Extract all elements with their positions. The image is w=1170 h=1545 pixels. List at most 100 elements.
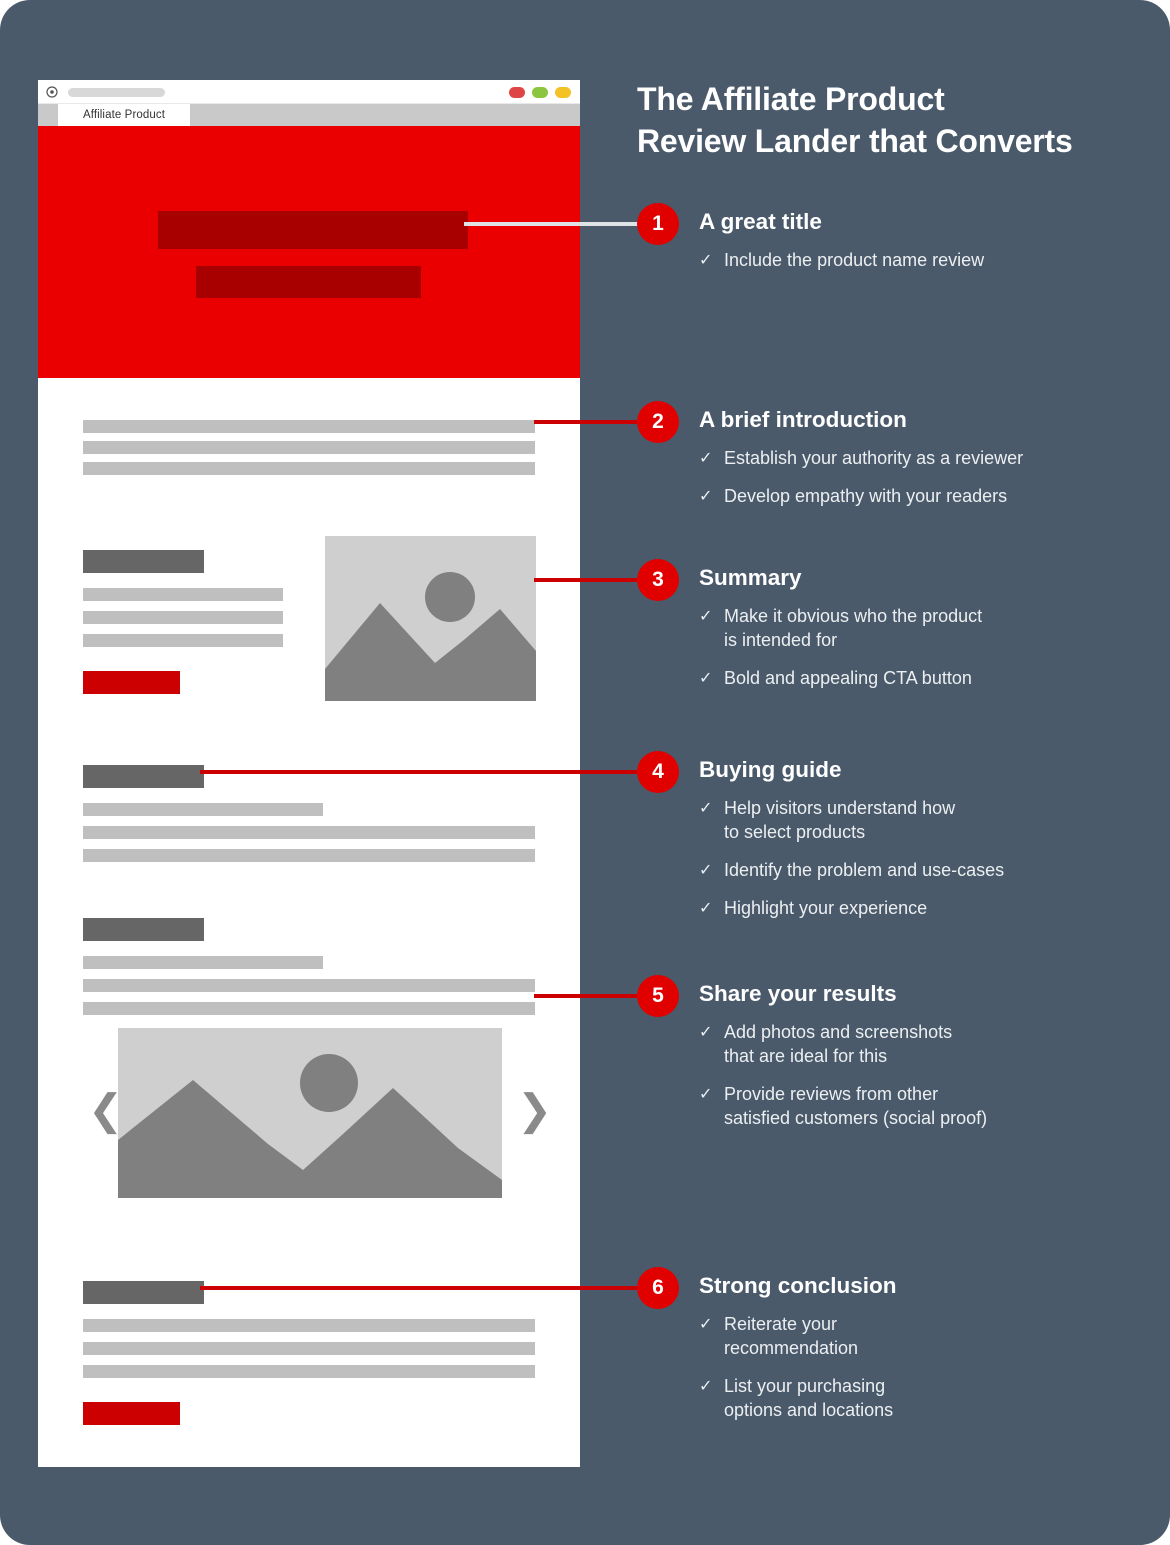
bullet-text: Help visitors understand how to select p… [724,798,956,842]
check-icon: ✓ [699,1084,713,1103]
target-icon[interactable] [46,86,58,98]
step-3-bullet-1: ✓ Make it obvious who the product is int… [699,604,1147,652]
buying-guide-heading-placeholder [83,765,204,788]
step-6-number: 6 [652,1276,664,1299]
step-4-title: Buying guide [699,757,842,782]
check-icon: ✓ [699,798,713,817]
buying-guide-line-3 [83,849,535,862]
image-mountain-shape [325,603,536,701]
step-6-title: Strong conclusion [699,1273,897,1298]
bullet-text: Add photos and screenshots that are idea… [724,1022,953,1066]
conclusion-line-3 [83,1365,535,1378]
step-5-bullets: ✓ Add photos and screenshots that are id… [699,1020,1147,1144]
step-1-number: 1 [652,212,664,235]
step-1-bullet-1: ✓ Include the product name review [699,248,1147,272]
results-line-1 [83,956,323,969]
results-heading-placeholder [83,918,204,941]
step-4-number: 4 [652,760,664,783]
carousel-mountain-shape [118,1080,502,1198]
carousel-image-placeholder [118,1028,502,1198]
browser-tab-affiliate-product[interactable]: Affiliate Product [58,104,190,126]
infographic-poster: Affiliate Product ❮ ❯ The Affiliate Prod… [0,0,1170,1545]
intro-line-3 [83,462,535,475]
step-4-bullets: ✓ Help visitors understand how to select… [699,796,1147,934]
bullet-text: Establish your authority as a reviewer [724,448,1024,468]
intro-line-1 [83,420,535,433]
check-icon: ✓ [699,448,713,467]
hero-title-placeholder [158,211,468,249]
window-controls [509,87,571,98]
step-6-bullet-1: ✓ Reiterate your recommendation [699,1312,1147,1360]
summary-line-2 [83,611,283,624]
check-icon: ✓ [699,486,713,505]
page-title-line-1: The Affiliate Product [637,81,945,117]
bullet-text: Highlight your experience [724,898,928,918]
step-5-title: Share your results [699,981,897,1006]
check-icon: ✓ [699,250,713,269]
bullet-text: Reiterate your recommendation [724,1314,859,1358]
step-4-bullet-1: ✓ Help visitors understand how to select… [699,796,1147,844]
results-line-3 [83,1002,535,1015]
summary-line-1 [83,588,283,601]
check-icon: ✓ [699,668,713,687]
bullet-text: Make it obvious who the product is inten… [724,606,983,650]
connector-line-3 [534,578,654,582]
check-icon: ✓ [699,1314,713,1333]
bullet-text: Develop empathy with your readers [724,486,1008,506]
carousel-prev-icon[interactable]: ❮ [88,1089,123,1131]
check-icon: ✓ [699,898,713,917]
summary-heading-placeholder [83,550,204,573]
intro-line-2 [83,441,535,454]
maximize-dot[interactable] [555,87,571,98]
step-3-bullets: ✓ Make it obvious who the product is int… [699,604,1147,704]
step-4-badge: 4 [637,751,679,793]
bullet-text: Provide reviews from other satisfied cus… [724,1084,988,1128]
summary-image-placeholder [325,536,536,701]
browser-titlebar [38,80,580,104]
carousel-next-icon[interactable]: ❯ [517,1089,552,1131]
results-line-2 [83,979,535,992]
step-6-bullet-2: ✓ List your purchasing options and locat… [699,1374,1147,1422]
buying-guide-line-1 [83,803,323,816]
step-1-badge: 1 [637,203,679,245]
step-4-bullet-3: ✓ Highlight your experience [699,896,1147,920]
summary-cta-button-placeholder[interactable] [83,671,180,694]
bullet-text: List your purchasing options and locatio… [724,1376,894,1420]
check-icon: ✓ [699,1022,713,1041]
check-icon: ✓ [699,860,713,879]
step-2-bullet-2: ✓ Develop empathy with your readers [699,484,1147,508]
hero-subtitle-placeholder [196,266,421,298]
bullet-text: Identify the problem and use-cases [724,860,1005,880]
step-2-bullets: ✓ Establish your authority as a reviewer… [699,446,1147,522]
step-2-badge: 2 [637,401,679,443]
minimize-dot[interactable] [532,87,548,98]
browser-tabbar: Affiliate Product [38,104,580,126]
connector-line-1 [464,222,654,226]
conclusion-cta-button-placeholder[interactable] [83,1402,180,1425]
step-3-bullet-2: ✓ Bold and appealing CTA button [699,666,1147,690]
step-6-badge: 6 [637,1267,679,1309]
step-2-number: 2 [652,410,664,433]
step-5-number: 5 [652,984,664,1007]
check-icon: ✓ [699,1376,713,1395]
url-bar-pill[interactable] [68,88,165,97]
close-dot[interactable] [509,87,525,98]
step-3-number: 3 [652,568,664,591]
step-1-bullets: ✓ Include the product name review [699,248,1147,286]
connector-line-6 [200,1286,654,1290]
step-5-bullet-1: ✓ Add photos and screenshots that are id… [699,1020,1147,1068]
browser-tab-label: Affiliate Product [82,109,166,121]
hero-banner [38,126,580,378]
step-4-bullet-2: ✓ Identify the problem and use-cases [699,858,1147,882]
step-5-badge: 5 [637,975,679,1017]
connector-line-4 [200,770,654,774]
buying-guide-line-2 [83,826,535,839]
step-3-title: Summary [699,565,802,590]
step-2-title: A brief introduction [699,407,907,432]
page-viewport: ❮ ❯ [38,126,580,1466]
page-title: The Affiliate Product Review Lander that… [637,78,1147,162]
connector-line-5 [534,994,654,998]
summary-line-3 [83,634,283,647]
bullet-text: Include the product name review [724,250,985,270]
bullet-text: Bold and appealing CTA button [724,668,972,688]
